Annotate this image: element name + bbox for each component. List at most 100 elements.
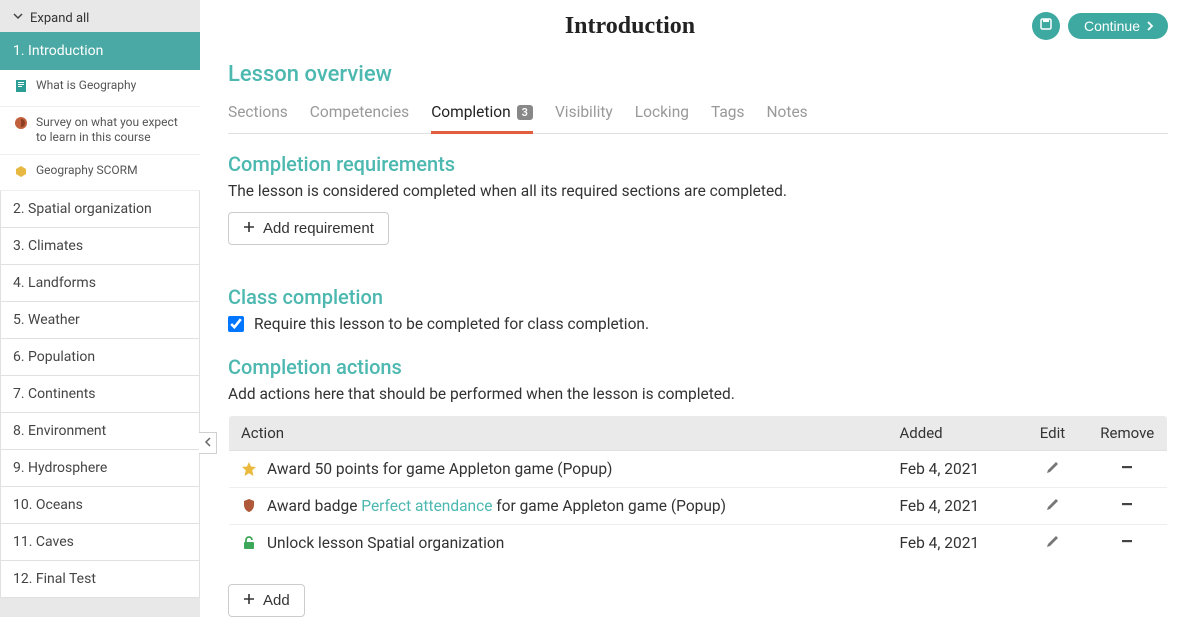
action-added: Feb 4, 2021 <box>888 525 1018 562</box>
sidebar-item-label: 7. Continents <box>13 386 96 402</box>
minus-icon <box>1120 534 1134 552</box>
page-title: Introduction <box>228 13 1032 40</box>
action-link[interactable]: Perfect attendance <box>361 497 492 515</box>
sidebar-item-oceans[interactable]: 10. Oceans <box>0 487 200 524</box>
col-remove: Remove <box>1088 416 1168 451</box>
tab-label: Notes <box>767 103 808 121</box>
col-added: Added <box>888 416 1018 451</box>
sidebar: Expand all 1. Introduction What is Geogr… <box>0 0 200 617</box>
sidebar-collapse-handle <box>200 0 216 617</box>
sidebar-item-label: 8. Environment <box>13 423 106 439</box>
sidebar-item-hydrosphere[interactable]: 9. Hydrosphere <box>0 450 200 487</box>
table-row: Award badge Perfect attendance for game … <box>229 488 1168 525</box>
scorm-icon <box>14 164 28 183</box>
action-added: Feb 4, 2021 <box>888 488 1018 525</box>
pencil-icon <box>1045 461 1061 479</box>
top-actions: Continue <box>1032 12 1168 40</box>
completion-requirements-desc: The lesson is considered completed when … <box>228 182 1168 200</box>
sidebar-subitem-scorm[interactable]: Geography SCORM <box>0 155 200 192</box>
sidebar-list: 1. Introduction What is Geography Survey… <box>0 32 200 598</box>
tab-visibility[interactable]: Visibility <box>555 95 613 133</box>
completion-requirements-heading: Completion requirements <box>228 152 1168 176</box>
sidebar-item-label: 6. Population <box>13 349 95 365</box>
action-text: Unlock lesson Spatial organization <box>267 534 504 552</box>
sidebar-item-climates[interactable]: 3. Climates <box>0 228 200 265</box>
tab-label: Competencies <box>310 103 409 121</box>
doc-icon <box>14 79 28 98</box>
sidebar-item-population[interactable]: 6. Population <box>0 339 200 376</box>
add-requirement-label: Add requirement <box>263 220 374 237</box>
sidebar-item-label: 11. Caves <box>13 534 74 550</box>
plus-icon <box>243 592 255 609</box>
tab-competencies[interactable]: Competencies <box>310 95 409 133</box>
tab-label: Tags <box>711 103 745 121</box>
tab-label: Locking <box>635 103 689 121</box>
sidebar-item-final-test[interactable]: 12. Final Test <box>0 561 200 598</box>
save-progress-button[interactable] <box>1032 12 1060 40</box>
topbar: Introduction Continue <box>228 12 1168 40</box>
require-lesson-label: Require this lesson to be completed for … <box>254 315 649 333</box>
save-icon <box>1038 16 1054 36</box>
chevron-down-icon <box>12 10 24 26</box>
sidebar-item-continents[interactable]: 7. Continents <box>0 376 200 413</box>
tab-label: Visibility <box>555 103 613 121</box>
sidebar-item-landforms[interactable]: 4. Landforms <box>0 265 200 302</box>
remove-action-button[interactable] <box>1088 525 1168 562</box>
add-action-label: Add <box>263 592 290 609</box>
tab-locking[interactable]: Locking <box>635 95 689 133</box>
edit-action-button[interactable] <box>1018 525 1088 562</box>
pencil-icon <box>1045 535 1061 553</box>
sidebar-item-label: 4. Landforms <box>13 275 96 291</box>
add-requirement-button[interactable]: Add requirement <box>228 212 389 245</box>
remove-action-button[interactable] <box>1088 451 1168 488</box>
collapse-sidebar-button[interactable] <box>199 432 217 454</box>
edit-action-button[interactable] <box>1018 451 1088 488</box>
add-action-button[interactable]: Add <box>228 584 305 617</box>
tab-completion[interactable]: Completion 3 <box>431 95 533 133</box>
action-text: Award badge Perfect attendance for game … <box>267 497 726 515</box>
sidebar-subitem-survey[interactable]: Survey on what you expect to learn in th… <box>0 107 200 155</box>
sidebar-item-introduction[interactable]: 1. Introduction <box>0 32 200 70</box>
sidebar-item-weather[interactable]: 5. Weather <box>0 302 200 339</box>
minus-icon <box>1120 460 1134 478</box>
minus-icon <box>1120 497 1134 515</box>
sidebar-subitem-what-is-geography[interactable]: What is Geography <box>0 70 200 107</box>
remove-action-button[interactable] <box>1088 488 1168 525</box>
sidebar-item-caves[interactable]: 11. Caves <box>0 524 200 561</box>
shield-icon <box>241 498 257 514</box>
chevron-right-icon <box>1146 18 1154 34</box>
sidebar-item-environment[interactable]: 8. Environment <box>0 413 200 450</box>
sidebar-subitem-label: Survey on what you expect to learn in th… <box>36 115 190 146</box>
tab-tags[interactable]: Tags <box>711 95 745 133</box>
action-added: Feb 4, 2021 <box>888 451 1018 488</box>
require-lesson-checkbox[interactable] <box>228 316 244 332</box>
chevron-left-icon <box>204 435 212 451</box>
require-lesson-checkbox-row[interactable]: Require this lesson to be completed for … <box>228 315 1168 333</box>
tab-label: Completion <box>431 103 510 121</box>
sidebar-item-label: 10. Oceans <box>13 497 83 513</box>
survey-icon <box>14 116 28 135</box>
continue-label: Continue <box>1084 18 1140 34</box>
action-text: Award 50 points for game Appleton game (… <box>267 460 612 478</box>
sidebar-subitem-label: Geography SCORM <box>36 163 138 179</box>
sidebar-item-label: 1. Introduction <box>13 43 103 59</box>
sidebar-item-label: 5. Weather <box>13 312 80 328</box>
tab-sections[interactable]: Sections <box>228 95 288 133</box>
table-row: Award 50 points for game Appleton game (… <box>229 451 1168 488</box>
pencil-icon <box>1045 498 1061 516</box>
unlock-icon <box>241 535 257 551</box>
edit-action-button[interactable] <box>1018 488 1088 525</box>
sidebar-item-label: 3. Climates <box>13 238 83 254</box>
tab-notes[interactable]: Notes <box>767 95 808 133</box>
expand-all-toggle[interactable]: Expand all <box>0 4 200 32</box>
sidebar-subitem-label: What is Geography <box>36 78 136 94</box>
tab-label: Sections <box>228 103 288 121</box>
plus-icon <box>243 220 255 237</box>
tabs: Sections Competencies Completion 3 Visib… <box>228 95 1168 134</box>
tab-badge: 3 <box>517 105 533 120</box>
expand-all-label: Expand all <box>30 11 89 26</box>
continue-button[interactable]: Continue <box>1068 13 1168 39</box>
sidebar-item-spatial-organization[interactable]: 2. Spatial organization <box>0 191 200 228</box>
completion-actions-desc: Add actions here that should be performe… <box>228 385 1168 403</box>
star-icon <box>241 461 257 477</box>
